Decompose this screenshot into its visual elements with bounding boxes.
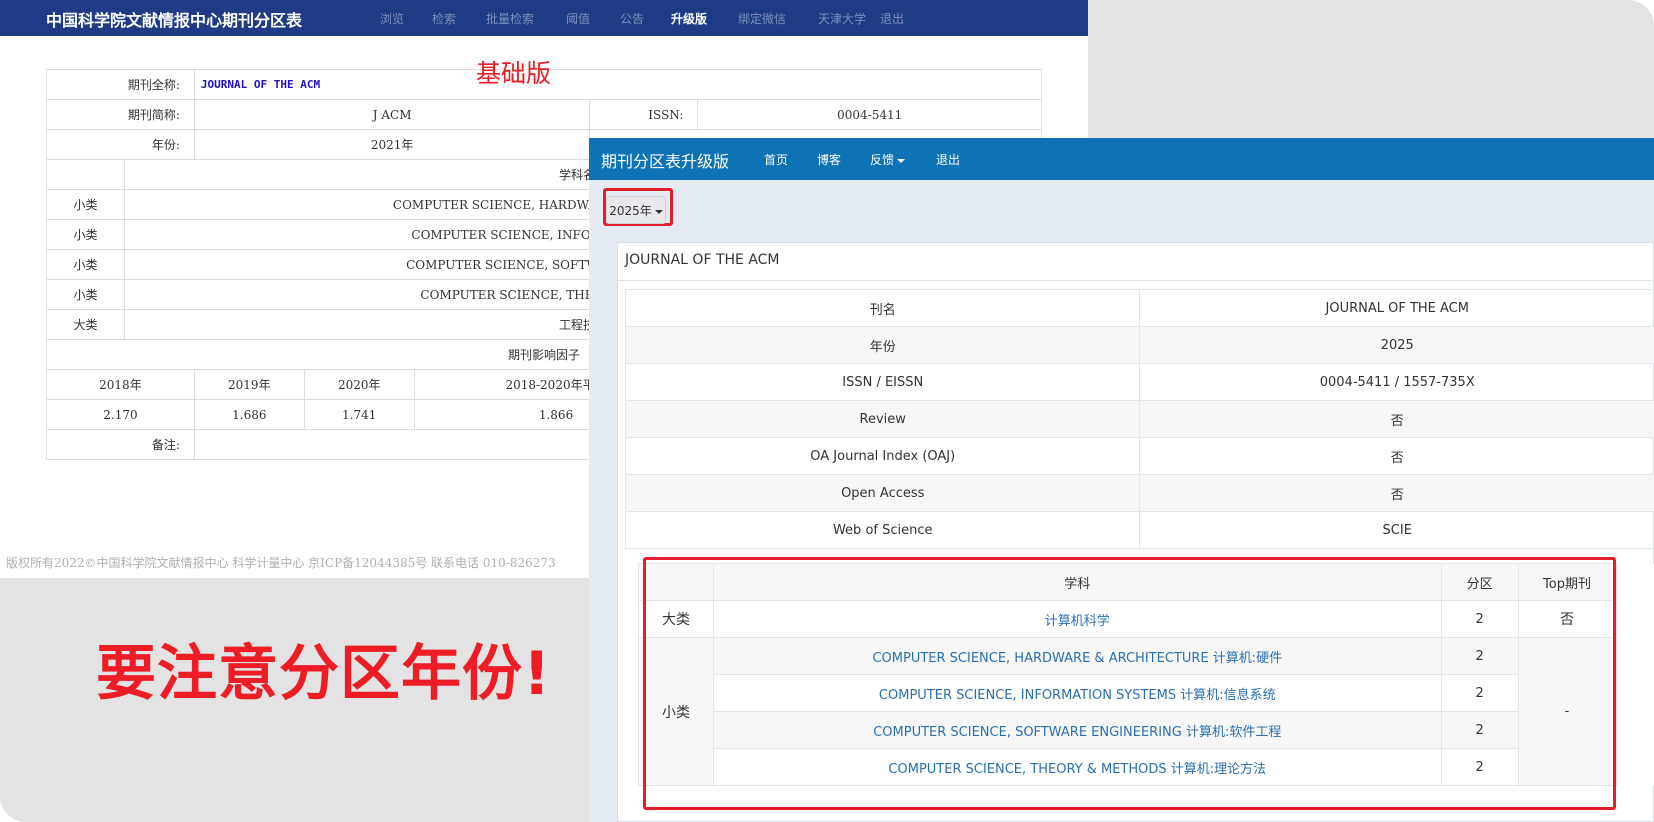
upgrade-navbar: 期刊分区表升级版 首页 博客 反馈 退出 — [589, 138, 1654, 180]
journal-abbr: J ACM — [193, 99, 591, 130]
nav-search[interactable]: 检索 — [432, 10, 456, 27]
remarks-label: 备注: — [46, 429, 195, 460]
subject-level: 大类 — [46, 309, 125, 340]
subject-level: 小类 — [46, 279, 125, 310]
info-label: ISSN / EISSN — [624, 363, 1141, 401]
subject-level: 小类 — [46, 219, 125, 250]
nav-notice[interactable]: 公告 — [620, 10, 644, 27]
info-value: JOURNAL OF THE ACM — [1139, 289, 1654, 327]
chevron-down-icon — [654, 209, 663, 214]
table-row: 年份 2025 — [624, 326, 1654, 364]
journal-issn: 0004-5411 — [697, 99, 1042, 130]
nav-browse[interactable]: 浏览 — [380, 10, 404, 27]
info-label: 年份 — [624, 326, 1141, 364]
info-value: SCIE — [1139, 511, 1654, 549]
basic-footer: 版权所有2022©中国科学院文献情报中心 科学计量中心 京ICP备1204438… — [6, 556, 556, 570]
year-label: 年份: — [46, 129, 195, 160]
if-value: 1.686 — [193, 399, 305, 430]
nav-blog[interactable]: 博客 — [817, 151, 841, 168]
table-row: OA Journal Index (OAJ) 否 — [624, 437, 1654, 475]
subject-level: 小类 — [46, 189, 125, 220]
if-value: 1.741 — [303, 399, 415, 430]
journal-full-name: JOURNAL OF THE ACM — [193, 69, 1043, 100]
info-label: Open Access — [624, 474, 1141, 512]
journal-info-table: 刊名 JOURNAL OF THE ACM 年份 2025 ISSN / EISSN… — [624, 289, 1654, 549]
nav-feedback[interactable]: 反馈 — [870, 151, 906, 168]
empty-cell — [1616, 563, 1654, 786]
year-dropdown-label: 2025年 — [609, 204, 652, 218]
info-value: 0004-5411 / 1557-735X — [1139, 363, 1654, 401]
panel-journal-title: JOURNAL OF THE ACM — [625, 252, 780, 268]
issn-label: ISSN: — [589, 99, 699, 130]
empty-cell — [46, 159, 125, 190]
table-row: ISSN / EISSN 0004-5411 / 1557-735X — [624, 363, 1654, 401]
basic-version-label: 基础版 — [476, 59, 552, 88]
panel-header: JOURNAL OF THE ACM — [618, 243, 1654, 281]
nav-bind-wechat[interactable]: 绑定微信 — [738, 10, 786, 27]
nav-logout[interactable]: 退出 — [936, 151, 960, 168]
if-year: 2018年 — [46, 369, 195, 400]
warning-text: 要注意分区年份! — [96, 639, 552, 709]
if-year: 2020年 — [303, 369, 415, 400]
table-row: Review 否 — [624, 400, 1654, 438]
table-row: 刊名 JOURNAL OF THE ACM — [624, 289, 1654, 327]
if-year: 2019年 — [193, 369, 305, 400]
info-value: 2025 — [1139, 326, 1654, 364]
info-value: 否 — [1139, 437, 1654, 475]
info-value: 否 — [1139, 400, 1654, 438]
info-label: 刊名 — [624, 289, 1141, 327]
chevron-down-icon — [897, 158, 906, 163]
basic-brand-title[interactable]: 中国科学院文献情报中心期刊分区表 — [46, 7, 302, 31]
table-row: Web of Science SCIE — [624, 511, 1654, 549]
basic-navbar: 中国科学院文献情报中心期刊分区表 浏览 检索 批量检索 阈值 公告 升级版 绑定… — [0, 0, 1088, 36]
info-label: OA Journal Index (OAJ) — [624, 437, 1141, 475]
info-value: 否 — [1139, 474, 1654, 512]
subject-highlight-box — [643, 557, 1616, 810]
nav-feedback-label: 反馈 — [870, 153, 895, 167]
table-row: 期刊简称: J ACM ISSN: 0004-5411 — [46, 99, 1042, 130]
nav-institution: 天津大学 — [818, 12, 867, 26]
table-row: Open Access 否 — [624, 474, 1654, 512]
abbr-label: 期刊简称: — [46, 99, 195, 130]
nav-upgrade[interactable]: 升级版 — [671, 10, 707, 27]
info-label: Review — [624, 400, 1141, 438]
if-value: 2.170 — [46, 399, 195, 430]
nav-home[interactable]: 首页 — [764, 151, 788, 168]
subject-level: 小类 — [46, 249, 125, 280]
journal-year: 2021年 — [193, 129, 591, 160]
nav-logout[interactable]: 退出 — [880, 10, 904, 27]
upgrade-brand-title[interactable]: 期刊分区表升级版 — [601, 148, 729, 172]
info-label: Web of Science — [624, 511, 1141, 549]
full-name-label: 期刊全称: — [46, 69, 195, 100]
year-dropdown-button[interactable]: 2025年 — [606, 196, 666, 224]
nav-threshold[interactable]: 阈值 — [566, 10, 590, 27]
nav-batch-search[interactable]: 批量检索 — [486, 10, 534, 27]
